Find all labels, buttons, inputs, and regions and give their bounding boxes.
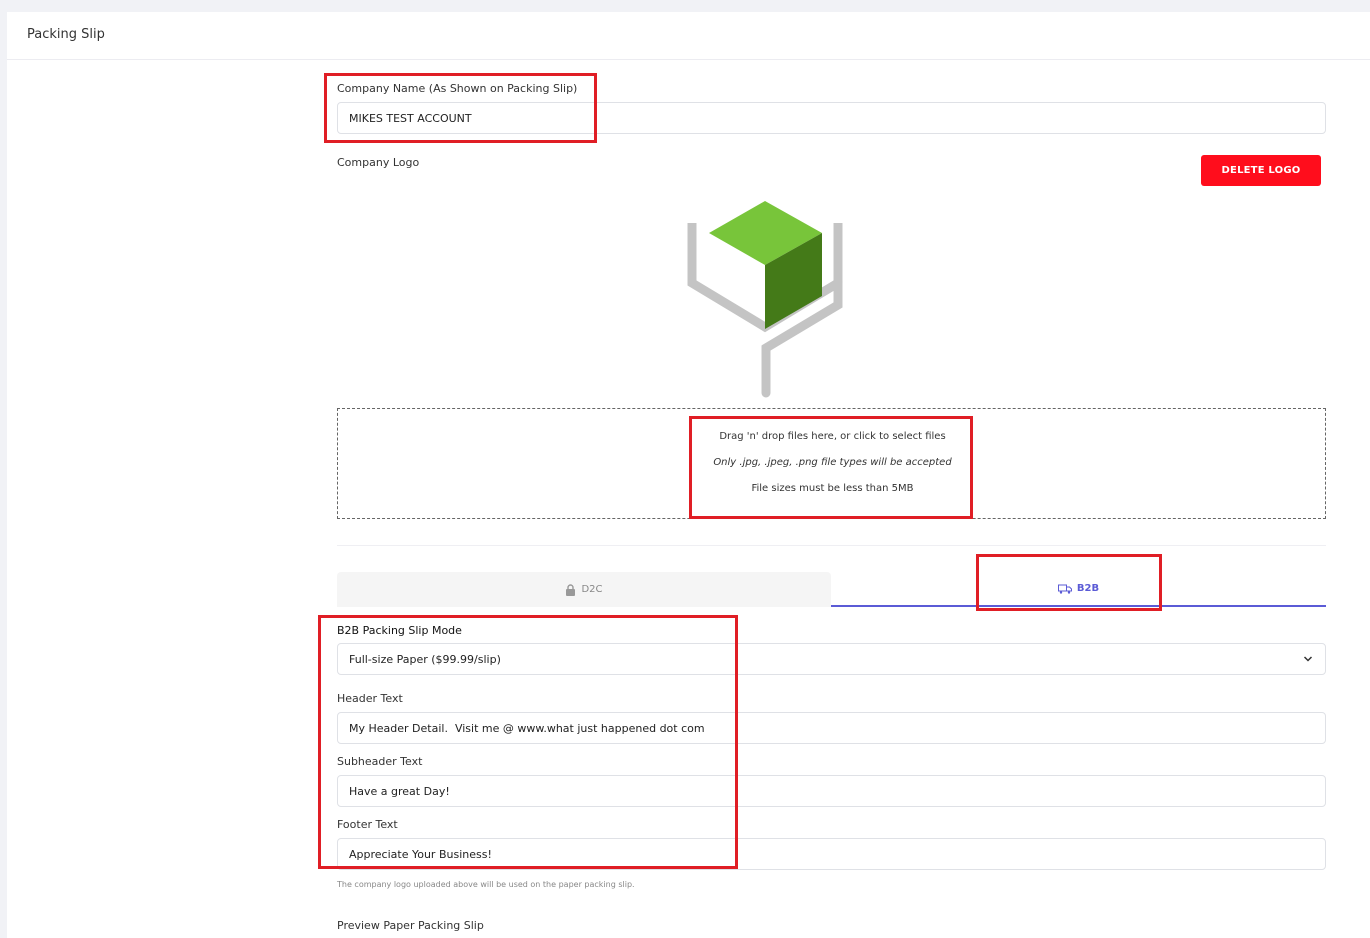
chevron-down-icon — [1303, 656, 1313, 662]
delete-logo-button[interactable]: DELETE LOGO — [1201, 155, 1321, 186]
highlight-b2b-tab — [976, 554, 1162, 611]
page-title: Packing Slip — [27, 27, 105, 42]
logo-usage-note: The company logo uploaded above will be … — [337, 880, 635, 889]
tab-d2c-label: D2C — [581, 584, 603, 595]
section-divider — [337, 545, 1326, 546]
highlight-b2b-form — [318, 615, 738, 869]
tab-d2c[interactable]: D2C — [337, 572, 831, 607]
card-header: Packing Slip — [7, 12, 1370, 60]
preview-packing-slip-label: Preview Paper Packing Slip — [337, 919, 484, 932]
highlight-dropzone-text — [689, 416, 973, 519]
company-logo-image — [687, 201, 843, 398]
company-logo-label: Company Logo — [337, 156, 420, 169]
highlight-company-name — [324, 73, 597, 143]
lock-icon — [566, 583, 576, 596]
